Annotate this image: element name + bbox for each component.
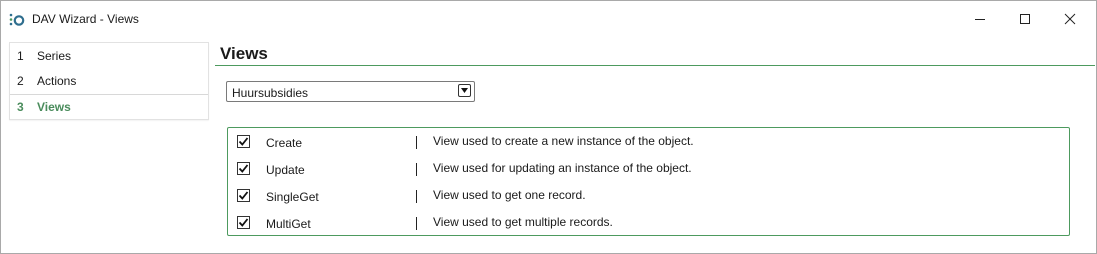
- column-separator: [416, 136, 417, 149]
- step-number: 2: [17, 73, 24, 88]
- view-row-create: Create View used to create a new instanc…: [228, 129, 1069, 155]
- update-checkbox[interactable]: [237, 162, 250, 175]
- views-list: Create View used to create a new instanc…: [227, 127, 1070, 236]
- view-row-multiget: MultiGet View used to get multiple recor…: [228, 210, 1069, 236]
- wizard-window: DAV Wizard - Views 1 Series 2 Actions 3 …: [0, 0, 1097, 254]
- step-number: 1: [17, 48, 24, 63]
- view-description: View used to get multiple records.: [433, 215, 613, 229]
- close-icon: [1064, 13, 1076, 25]
- page-title: Views: [220, 44, 268, 63]
- wizard-steps-nav: 1 Series 2 Actions 3 Views: [9, 42, 209, 120]
- checkmark-icon: [238, 164, 249, 173]
- maximize-button[interactable]: [1002, 6, 1048, 32]
- dropdown-button[interactable]: [458, 84, 471, 97]
- create-checkbox[interactable]: [237, 135, 250, 148]
- maximize-icon: [1020, 14, 1030, 24]
- view-row-singleget: SingleGet View used to get one record.: [228, 183, 1069, 209]
- column-separator: [416, 163, 417, 176]
- app-logo-icon: [9, 12, 25, 28]
- view-name: Update: [266, 163, 305, 177]
- view-source-dropdown[interactable]: Huursubsidies: [226, 81, 475, 102]
- singleget-checkbox[interactable]: [237, 189, 250, 202]
- step-label: Series: [37, 48, 72, 63]
- minimize-button[interactable]: [957, 6, 1003, 32]
- step-number: 3: [17, 100, 24, 114]
- checkmark-icon: [238, 191, 249, 200]
- view-row-update: Update View used for updating an instanc…: [228, 156, 1069, 182]
- close-button[interactable]: [1047, 6, 1093, 32]
- view-description: View used for updating an instance of th…: [433, 161, 692, 175]
- column-separator: [416, 217, 417, 230]
- checkmark-icon: [238, 218, 249, 227]
- step-label: Actions: [37, 73, 77, 88]
- view-name: Create: [266, 136, 303, 150]
- nav-step-views[interactable]: 3 Views: [10, 94, 208, 119]
- view-name: SingleGet: [266, 190, 319, 204]
- view-description: View used to get one record.: [433, 188, 586, 202]
- view-name: MultiGet: [266, 217, 311, 231]
- column-separator: [416, 190, 417, 203]
- dropdown-value: Huursubsidies: [232, 86, 309, 100]
- window-title: DAV Wizard - Views: [32, 12, 139, 26]
- chevron-down-icon: [461, 88, 468, 93]
- checkmark-icon: [238, 137, 249, 146]
- minimize-icon: [975, 19, 985, 20]
- nav-step-actions[interactable]: 2 Actions: [10, 68, 208, 93]
- nav-step-series[interactable]: 1 Series: [10, 43, 208, 68]
- heading-divider: [215, 65, 1095, 66]
- multiget-checkbox[interactable]: [237, 216, 250, 229]
- step-label: Views: [37, 100, 71, 114]
- view-description: View used to create a new instance of th…: [433, 134, 694, 148]
- title-bar[interactable]: DAV Wizard - Views: [1, 1, 1096, 35]
